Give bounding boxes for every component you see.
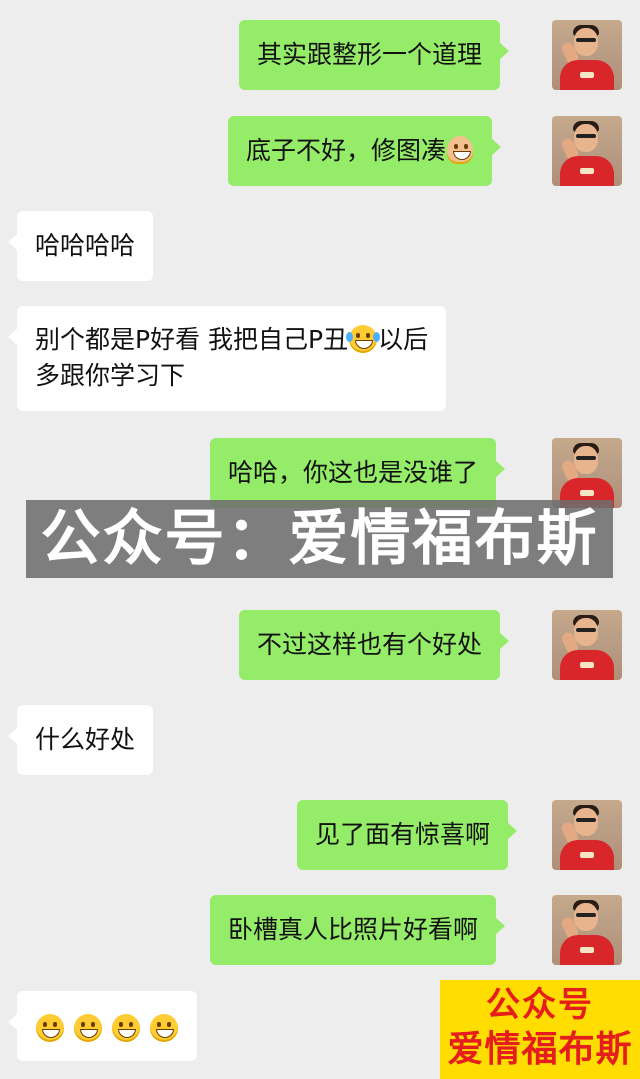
message-text: 以后 bbox=[378, 325, 429, 354]
avatar[interactable] bbox=[552, 438, 622, 508]
message-line: 多跟你学习下 bbox=[35, 361, 186, 390]
message-text: 不过这样也有个好处 bbox=[257, 630, 483, 659]
message-bubble-received[interactable]: 哈哈哈哈 bbox=[7, 211, 154, 281]
stamp-line-2: 爱情福布斯 bbox=[447, 1029, 633, 1070]
message-line: 别个都是P好看 我把自己P丑 以后 bbox=[35, 322, 428, 358]
avatar[interactable] bbox=[552, 800, 622, 870]
message-text: 哈哈，你这也是没谁了 bbox=[228, 458, 479, 487]
message-bubble-received[interactable]: 什么好处 bbox=[7, 705, 154, 775]
grinning-emoji-icon bbox=[111, 1014, 140, 1042]
avatar[interactable] bbox=[552, 20, 622, 90]
watermark-banner: 公众号：爱情福布斯 bbox=[26, 500, 613, 578]
grinning-emoji-icon bbox=[36, 1014, 64, 1042]
message-text: 什么好处 bbox=[35, 725, 136, 754]
avatar[interactable] bbox=[552, 895, 622, 965]
message-bubble-sent[interactable]: 其实跟整形一个道理 bbox=[239, 20, 510, 90]
message-bubble-sent[interactable]: 底子不好，修图凑 bbox=[228, 116, 502, 186]
watermark-stamp: 公众号 爱情福布斯 bbox=[440, 980, 640, 1079]
person-shrugging-emoji-icon bbox=[447, 136, 474, 164]
message-bubble-sent[interactable]: 卧槽真人比照片好看啊 bbox=[210, 895, 506, 965]
avatar[interactable] bbox=[552, 116, 622, 186]
message-bubble-sent[interactable]: 见了面有惊喜啊 bbox=[297, 800, 518, 870]
avatar[interactable] bbox=[552, 610, 622, 680]
grinning-emoji-icon bbox=[149, 1014, 178, 1042]
message-bubble-sent[interactable]: 不过这样也有个好处 bbox=[239, 610, 510, 680]
message-text: 见了面有惊喜啊 bbox=[315, 820, 491, 849]
message-text: 别个都是P好看 我把自己P丑 bbox=[35, 325, 349, 354]
tears-of-joy-emoji-icon bbox=[346, 325, 381, 353]
message-text: 卧槽真人比照片好看啊 bbox=[228, 915, 479, 944]
message-text: 哈哈哈哈 bbox=[35, 231, 136, 260]
message-bubble-received[interactable]: 别个都是P好看 我把自己P丑 以后 多跟你学习下 bbox=[7, 306, 447, 411]
stamp-line-1: 公众号 bbox=[486, 985, 594, 1025]
message-bubble-received[interactable] bbox=[8, 991, 197, 1061]
grinning-emoji-icon bbox=[73, 1014, 102, 1042]
message-text: 其实跟整形一个道理 bbox=[257, 40, 483, 69]
message-bubble-sent[interactable]: 哈哈，你这也是没谁了 bbox=[210, 438, 506, 508]
message-text: 底子不好，修图凑 bbox=[246, 136, 447, 165]
